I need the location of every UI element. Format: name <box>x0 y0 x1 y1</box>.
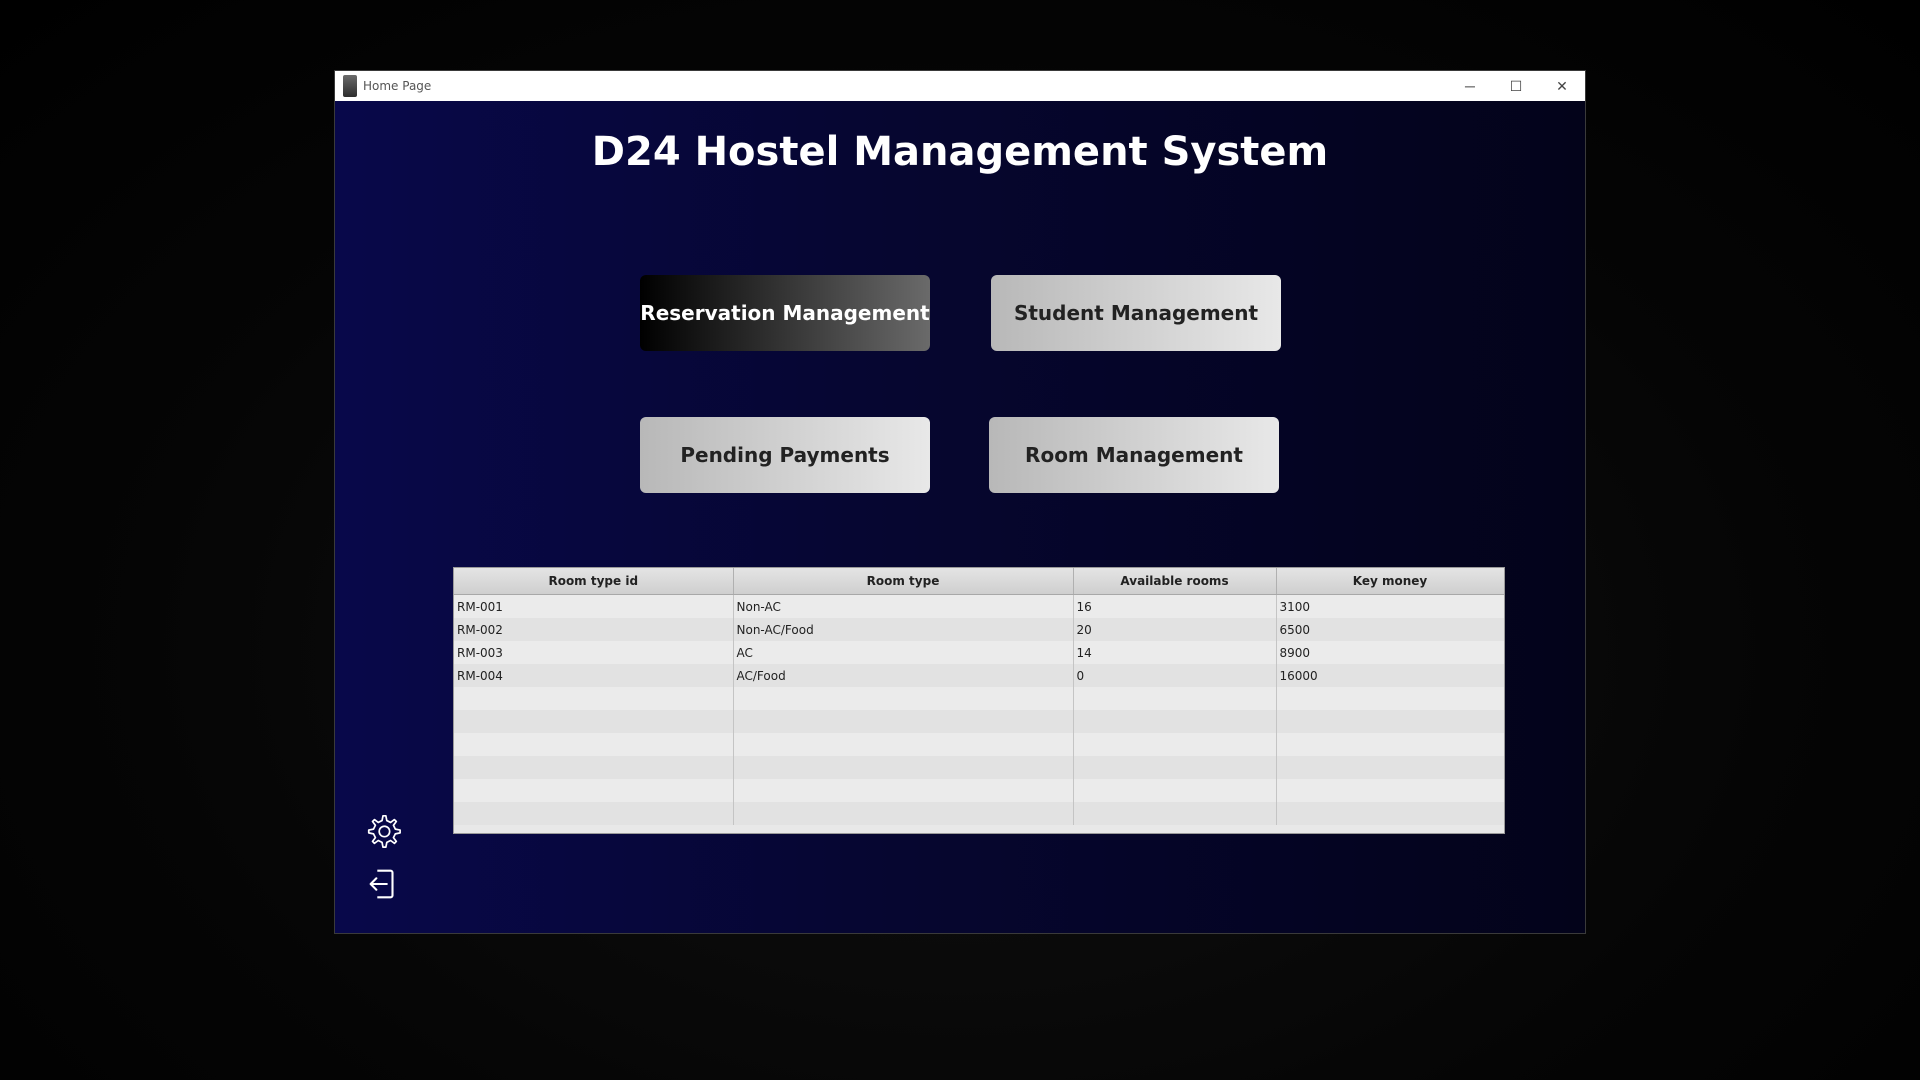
table-cell: 16 <box>1073 594 1277 618</box>
app-icon <box>343 75 357 97</box>
column-header[interactable]: Room type id <box>454 568 734 595</box>
empty-table-row <box>454 802 1504 825</box>
student-management-button[interactable]: Student Management <box>991 275 1281 351</box>
table-cell: Non-AC <box>733 594 1074 618</box>
table-row[interactable]: RM-004 AC/Food 0 16000 <box>454 664 1504 687</box>
desktop-background: Home Page ─ ☐ ✕ D24 Hostel Management Sy… <box>0 0 1920 1080</box>
empty-table-row <box>454 756 1504 779</box>
pending-payments-button[interactable]: Pending Payments <box>640 417 930 493</box>
table-row[interactable]: RM-003 AC 14 8900 <box>454 641 1504 664</box>
window-title: Home Page <box>363 79 432 93</box>
column-header[interactable]: Available rooms <box>1073 568 1277 595</box>
table-cell: 14 <box>1073 641 1277 664</box>
minimize-button[interactable]: ─ <box>1447 71 1493 101</box>
room-management-button[interactable]: Room Management <box>989 417 1279 493</box>
table-header-row: Room type id Room type Available rooms K… <box>454 568 1504 595</box>
table-cell: RM-002 <box>454 618 734 641</box>
maximize-button[interactable]: ☐ <box>1493 71 1539 101</box>
table-cell: RM-001 <box>454 594 734 618</box>
close-button[interactable]: ✕ <box>1539 71 1585 101</box>
table-cell: 16000 <box>1276 664 1504 687</box>
empty-table-row <box>454 779 1504 802</box>
room-types-table[interactable]: Room type id Room type Available rooms K… <box>453 567 1505 834</box>
table-cell: RM-003 <box>454 641 734 664</box>
logout-button[interactable] <box>363 864 403 904</box>
table-cell: AC/Food <box>733 664 1074 687</box>
table-cell: 6500 <box>1276 618 1504 641</box>
table-cell: AC <box>733 641 1074 664</box>
table-cell: RM-004 <box>454 664 734 687</box>
title-bar: Home Page ─ ☐ ✕ <box>335 71 1585 101</box>
app-window: Home Page ─ ☐ ✕ D24 Hostel Management Sy… <box>334 70 1586 934</box>
reservation-management-button[interactable]: Reservation Management <box>640 275 930 351</box>
table-cell: 8900 <box>1276 641 1504 664</box>
table-cell: 0 <box>1073 664 1277 687</box>
logout-icon <box>369 869 394 899</box>
empty-table-row <box>454 733 1504 756</box>
settings-button[interactable] <box>363 811 403 851</box>
column-header[interactable]: Room type <box>733 568 1074 595</box>
window-controls: ─ ☐ ✕ <box>1447 71 1585 101</box>
table-cell: 3100 <box>1276 594 1504 618</box>
main-content: D24 Hostel Management System Reservation… <box>335 101 1585 933</box>
table-cell: 20 <box>1073 618 1277 641</box>
table-row[interactable]: RM-001 Non-AC 16 3100 <box>454 594 1504 618</box>
page-title: D24 Hostel Management System <box>591 129 1329 175</box>
empty-table-row <box>454 687 1504 710</box>
gear-icon <box>367 814 401 849</box>
column-header[interactable]: Key money <box>1276 568 1504 595</box>
table-row[interactable]: RM-002 Non-AC/Food 20 6500 <box>454 618 1504 641</box>
table-cell: Non-AC/Food <box>733 618 1074 641</box>
empty-table-row <box>454 710 1504 733</box>
